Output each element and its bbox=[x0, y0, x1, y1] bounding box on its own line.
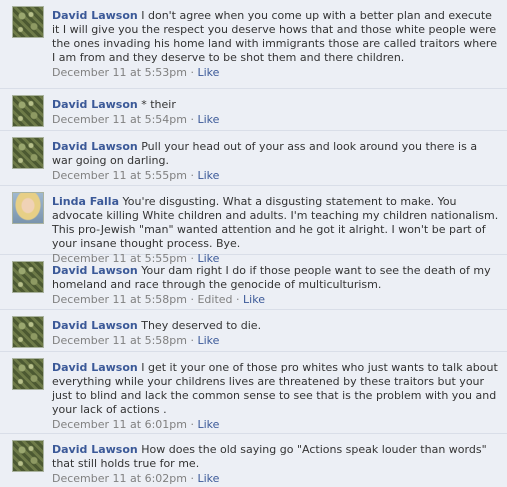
timestamp[interactable]: December 11 at 5:53pm bbox=[52, 66, 187, 79]
timestamp[interactable]: December 11 at 6:01pm bbox=[52, 418, 187, 431]
separator-dot: · bbox=[190, 418, 194, 431]
avatar[interactable] bbox=[12, 95, 44, 127]
like-link[interactable]: Like bbox=[197, 66, 219, 79]
comment-meta: December 11 at 5:58pm · Like bbox=[52, 334, 499, 348]
author-name-link[interactable]: David Lawson bbox=[52, 264, 138, 277]
avatar[interactable] bbox=[12, 440, 44, 472]
comment-meta: December 11 at 6:01pm · Like bbox=[52, 418, 499, 432]
timestamp[interactable]: December 11 at 6:02pm bbox=[52, 472, 187, 485]
comment-item: David Lawson I don't agree when you come… bbox=[0, 0, 507, 89]
comment-thread: David Lawson I don't agree when you come… bbox=[0, 0, 507, 487]
comment-body: David Lawson I get it your one of those … bbox=[52, 361, 499, 432]
comment-meta: December 11 at 5:54pm · Like bbox=[52, 113, 499, 127]
separator-dot: · bbox=[190, 472, 194, 485]
comment-item: David Lawson Pull your head out of your … bbox=[0, 131, 507, 186]
author-name-link[interactable]: David Lawson bbox=[52, 319, 138, 332]
comment-item: David Lawson * their December 11 at 5:54… bbox=[0, 89, 507, 131]
comment-body: David Lawson I don't agree when you come… bbox=[52, 9, 499, 80]
timestamp[interactable]: December 11 at 5:55pm bbox=[52, 169, 187, 182]
separator-dot: · bbox=[190, 169, 194, 182]
separator-dot: · bbox=[190, 293, 194, 306]
like-link[interactable]: Like bbox=[197, 418, 219, 431]
like-link[interactable]: Like bbox=[197, 334, 219, 347]
author-name-link[interactable]: David Lawson bbox=[52, 140, 138, 153]
like-link[interactable]: Like bbox=[197, 169, 219, 182]
avatar[interactable] bbox=[12, 316, 44, 348]
author-name-link[interactable]: David Lawson bbox=[52, 443, 138, 456]
avatar[interactable] bbox=[12, 6, 44, 38]
comment-meta: December 11 at 5:55pm · Like bbox=[52, 169, 499, 183]
separator-dot: · bbox=[190, 66, 194, 79]
timestamp[interactable]: December 11 at 5:54pm bbox=[52, 113, 187, 126]
comment-item: David Lawson I get it your one of those … bbox=[0, 352, 507, 434]
timestamp[interactable]: December 11 at 5:58pm bbox=[52, 293, 187, 306]
comment-item: David Lawson How does the old saying go … bbox=[0, 434, 507, 487]
comment-item: David Lawson Your dam right I do if thos… bbox=[0, 255, 507, 310]
avatar[interactable] bbox=[12, 137, 44, 169]
comment-meta: December 11 at 6:02pm · Like bbox=[52, 472, 499, 486]
timestamp[interactable]: December 11 at 5:58pm bbox=[52, 334, 187, 347]
comment-meta: December 11 at 5:58pm · Edited · Like bbox=[52, 293, 499, 307]
avatar[interactable] bbox=[12, 358, 44, 390]
comment-body: David Lawson How does the old saying go … bbox=[52, 443, 499, 486]
like-link[interactable]: Like bbox=[197, 472, 219, 485]
like-link[interactable]: Like bbox=[243, 293, 265, 306]
comment-body: David Lawson Pull your head out of your … bbox=[52, 140, 499, 183]
comment-item: Linda Falla You're disgusting. What a di… bbox=[0, 186, 507, 265]
avatar[interactable] bbox=[12, 192, 44, 224]
author-name-link[interactable]: Linda Falla bbox=[52, 195, 119, 208]
comment-text: You're disgusting. What a disgusting sta… bbox=[52, 195, 499, 250]
comment-body: David Lawson Your dam right I do if thos… bbox=[52, 264, 499, 307]
comment-meta: December 11 at 5:53pm · Like bbox=[52, 66, 499, 80]
separator-dot: · bbox=[236, 293, 240, 306]
separator-dot: · bbox=[190, 113, 194, 126]
author-name-link[interactable]: David Lawson bbox=[52, 361, 138, 374]
separator-dot: · bbox=[190, 334, 194, 347]
author-name-link[interactable]: David Lawson bbox=[52, 98, 138, 111]
comment-body: David Lawson * their December 11 at 5:54… bbox=[52, 98, 499, 127]
avatar[interactable] bbox=[12, 261, 44, 293]
comment-text: They deserved to die. bbox=[141, 319, 262, 332]
edited-label[interactable]: Edited bbox=[197, 293, 232, 306]
comment-text: * their bbox=[141, 98, 176, 111]
comment-body: David Lawson They deserved to die. Decem… bbox=[52, 319, 499, 348]
like-link[interactable]: Like bbox=[197, 113, 219, 126]
comment-item: David Lawson They deserved to die. Decem… bbox=[0, 310, 507, 352]
author-name-link[interactable]: David Lawson bbox=[52, 9, 138, 22]
